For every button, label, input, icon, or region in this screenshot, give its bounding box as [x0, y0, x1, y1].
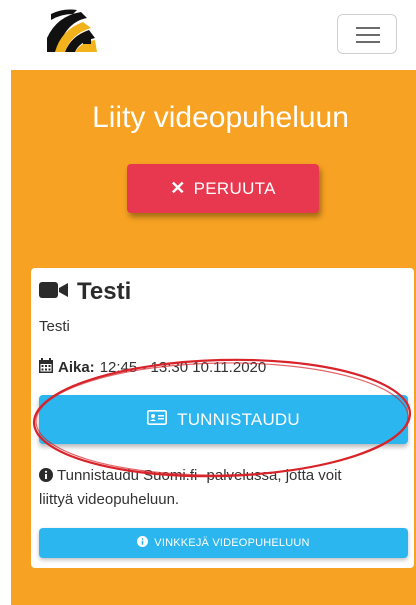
identify-button-label: TUNNISTAUDU	[177, 409, 300, 429]
hamburger-menu-icon	[356, 34, 380, 36]
cancel-button[interactable]: ✕ PERUUTA	[127, 164, 319, 213]
meeting-time-value: 12:45 - 13:30 10.11.2020	[99, 359, 267, 376]
identify-info-text: Tunnistaudu Suomi.fi -palvelussa, jotta …	[39, 467, 342, 508]
card-title: Testi	[77, 278, 132, 305]
menu-toggle-button[interactable]	[337, 14, 397, 54]
identify-button[interactable]: TUNNISTAUDU	[39, 395, 408, 444]
info-circle-icon	[39, 467, 53, 489]
calendar-icon	[39, 358, 53, 377]
identify-info: Tunnistaudu Suomi.fi -palvelussa, jotta …	[39, 465, 379, 511]
card-subtitle: Testi	[39, 318, 70, 335]
page: Liity videopuheluun ✕ PERUUTA Testi Test…	[0, 0, 416, 605]
video-call-tips-label: VINKKEJÄ VIDEOPUHELUUN	[154, 537, 310, 549]
video-call-tips-button[interactable]: VINKKEJÄ VIDEOPUHELUUN	[39, 528, 408, 558]
id-card-icon	[147, 409, 168, 430]
video-camera-icon	[39, 281, 69, 304]
card-header: Testi	[39, 278, 131, 306]
page-title: Liity videopuheluun	[92, 101, 349, 134]
info-circle-icon	[137, 536, 149, 550]
meeting-time: Aika: 12:45 - 13:30 10.11.2020	[39, 358, 266, 377]
cancel-button-label: PERUUTA	[193, 178, 276, 198]
hamburger-menu-icon	[356, 27, 380, 29]
navbar	[0, 0, 416, 70]
hamburger-menu-icon	[356, 41, 380, 43]
meeting-time-label: Aika:	[58, 359, 95, 376]
brand-logo-icon[interactable]	[47, 8, 97, 52]
close-icon: ✕	[170, 178, 186, 198]
